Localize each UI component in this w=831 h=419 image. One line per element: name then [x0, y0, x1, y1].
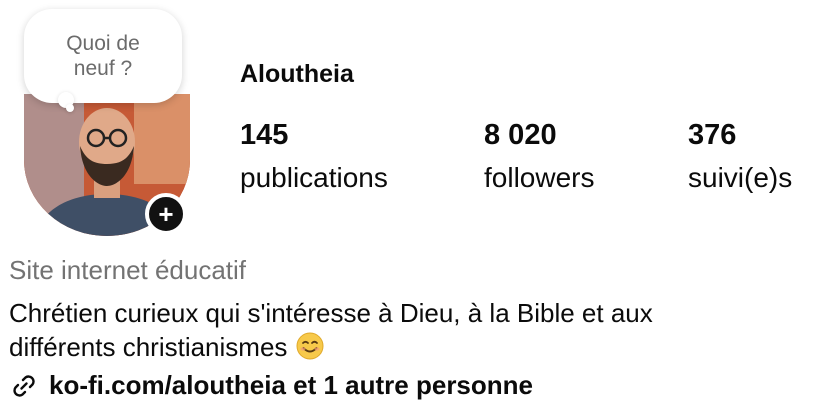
following-label: suivi(e)s: [688, 162, 793, 193]
profile-link[interactable]: ko-fi.com/aloutheia et 1 autre personne: [9, 370, 533, 401]
bio-line-2-text: différents christianismes: [9, 332, 288, 362]
plus-icon: +: [158, 199, 174, 229]
note-placeholder-line2: neuf ?: [73, 57, 133, 80]
smiling-face-icon: [296, 332, 324, 360]
profile-username: Aloutheia: [240, 60, 354, 88]
stat-followers[interactable]: 8 020 followers: [484, 118, 594, 195]
profile-link-text[interactable]: ko-fi.com/aloutheia et 1 autre personne: [49, 370, 533, 401]
add-story-button[interactable]: +: [145, 193, 187, 235]
profile-header: Quoi de neuf ? + Aloutheia 145 publicati…: [0, 0, 831, 419]
note-bubble-tail-small: [66, 104, 74, 112]
link-icon: [13, 374, 35, 397]
bio-line-2: différents christianismes: [9, 330, 824, 364]
followers-label: followers: [484, 162, 595, 193]
following-count: 376: [688, 119, 737, 151]
note-bubble[interactable]: Quoi de neuf ?: [24, 9, 182, 103]
followers-count: 8 020: [484, 119, 557, 151]
note-placeholder-line1: Quoi de: [66, 32, 140, 55]
posts-label: publications: [240, 162, 388, 193]
profile-bio: Chrétien curieux qui s'intéresse à Dieu,…: [9, 296, 824, 364]
stat-posts[interactable]: 145 publications: [240, 118, 388, 195]
posts-count: 145: [240, 119, 289, 151]
profile-category: Site internet éducatif: [9, 255, 247, 285]
stat-following[interactable]: 376 suivi(e)s: [688, 118, 792, 195]
bio-line-1: Chrétien curieux qui s'intéresse à Dieu,…: [9, 298, 653, 328]
